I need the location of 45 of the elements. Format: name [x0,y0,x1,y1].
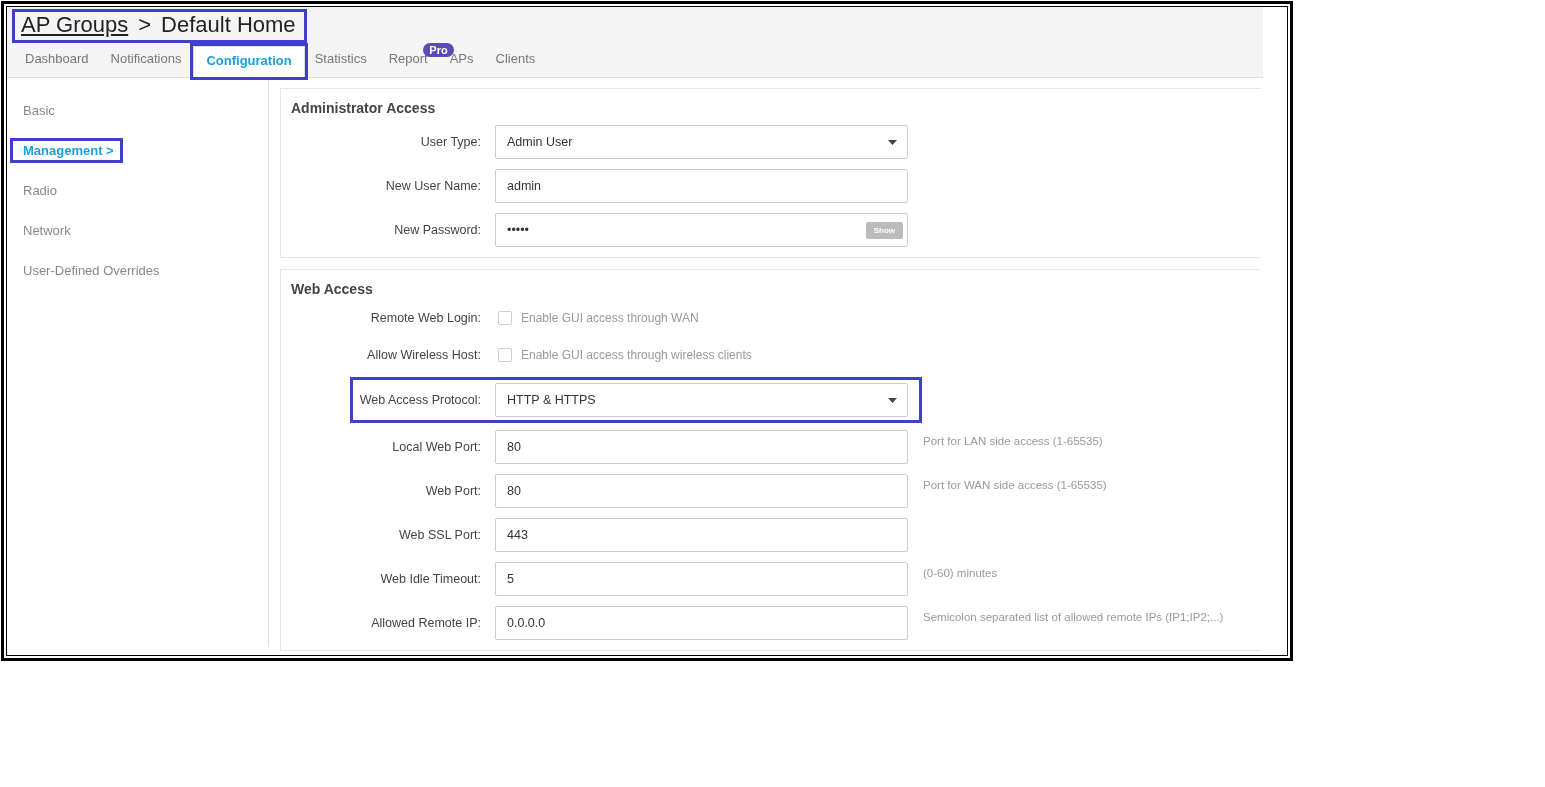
input-field[interactable]: 0.0.0.0 [495,606,908,640]
field-hint: Port for WAN side access (1-65535) [923,479,1107,491]
input-field[interactable]: 80 [495,430,908,464]
section-heading: Administrator Access [291,100,436,116]
checkbox[interactable] [498,311,512,325]
field-label: Allow Wireless Host: [366,348,482,362]
field-hint: Semicolon separated list of allowed remote IPs (IP1;IP2;...) [923,611,1224,623]
field-label: New Password: [393,223,482,237]
nav-tab[interactable]: Statistics [304,47,379,77]
input-field[interactable]: 5 [495,562,908,596]
field-hint: Port for LAN side access (1-65535) [923,435,1103,447]
breadcrumb-link[interactable]: AP Groups [21,12,129,38]
sidebar-item[interactable]: Management > [13,141,120,160]
checkbox[interactable] [498,348,512,362]
field-label: Remote Web Login: [369,311,482,325]
password-field[interactable]: ••••• Show [495,213,908,247]
checkbox-label: Enable GUI access through WAN [521,311,699,325]
breadcrumb-current: Default Home [161,12,296,38]
field-label: Web Idle Timeout: [379,572,482,586]
nav-tab[interactable]: Notifications [100,47,194,77]
field-label: Web Port: [424,484,482,498]
breadcrumb-separator: > [138,12,152,38]
section-heading: Web Access [291,281,373,297]
field-label: Web Access Protocol: [358,393,482,407]
sidebar-item[interactable]: User-Defined Overrides [13,261,166,280]
sidebar-item[interactable]: Network [13,221,77,240]
field-label: New User Name: [384,179,482,193]
field-hint: (0-60) minutes [923,567,998,579]
dropdown[interactable]: HTTP & HTTPS [495,383,908,417]
input-field[interactable]: 80 [495,474,908,508]
field-label: Web SSL Port: [398,528,482,542]
nav-tab[interactable]: Clients [485,47,548,77]
field-label: Allowed Remote IP: [370,616,482,630]
caret-icon [888,397,897,403]
input-field[interactable]: 443 [495,518,908,552]
sidebar-item[interactable]: Basic [13,101,61,120]
dropdown[interactable]: Admin User [495,125,908,159]
nav-tab[interactable]: Configuration [193,46,305,77]
checkbox-label: Enable GUI access through wireless clients [521,348,752,362]
input-field[interactable]: admin [495,169,908,203]
sidebar-item[interactable]: Radio [13,181,63,200]
nav-tab[interactable]: Dashboard [15,47,101,77]
field-label: Local Web Port: [391,440,482,454]
field-label: User Type: [419,135,482,149]
caret-icon [888,139,897,145]
